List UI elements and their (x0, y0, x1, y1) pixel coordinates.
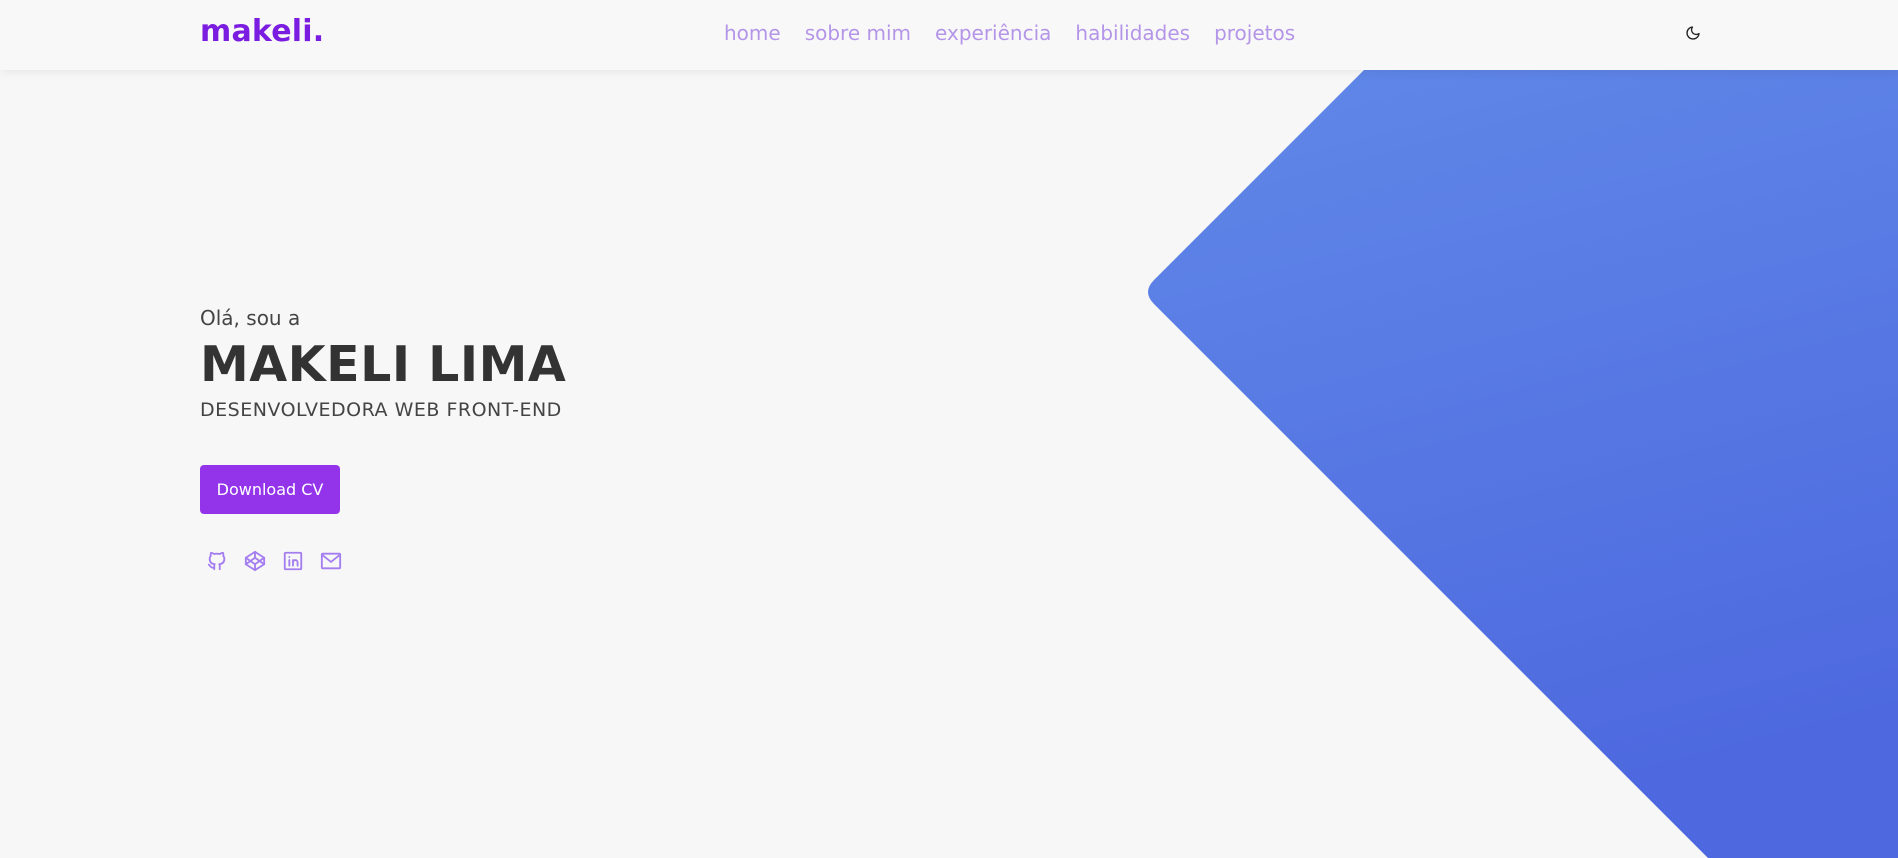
nav-link-home[interactable]: home (724, 20, 781, 46)
hero-greeting: Olá, sou a (200, 306, 301, 330)
navbar: makeli. home sobre mim experiência habil… (0, 0, 1898, 70)
nav-link-habilidades[interactable]: habilidades (1075, 20, 1190, 46)
codepen-icon[interactable] (244, 550, 266, 572)
theme-toggle-button[interactable] (1680, 20, 1706, 46)
page: makeli. home sobre mim experiência habil… (0, 0, 1898, 858)
hero-name: MAKELI LIMA (200, 336, 567, 393)
linkedin-icon[interactable] (282, 550, 304, 572)
moon-icon (1686, 26, 1700, 40)
hero-section: Olá, sou a MAKELI LIMA DESENVOLVEDORA WE… (200, 300, 567, 572)
download-cv-button[interactable]: Download CV (200, 465, 340, 514)
logo[interactable]: makeli. (200, 14, 324, 49)
hero-role: DESENVOLVEDORA WEB FRONT-END (200, 399, 562, 421)
social-links (206, 550, 342, 572)
nav-link-projetos[interactable]: projetos (1214, 20, 1295, 46)
hero-background-shape (1148, 70, 1898, 858)
nav-link-experiencia[interactable]: experiência (935, 20, 1051, 46)
github-icon[interactable] (206, 550, 228, 572)
nav-link-sobre-mim[interactable]: sobre mim (805, 20, 911, 46)
mail-icon[interactable] (320, 550, 342, 572)
nav-menu: home sobre mim experiência habilidades p… (724, 20, 1295, 46)
